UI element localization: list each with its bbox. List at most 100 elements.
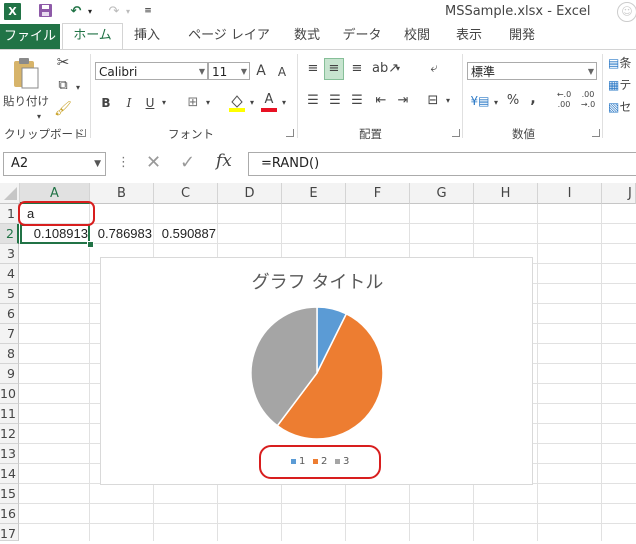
align-center-icon[interactable]: ☰: [326, 92, 344, 110]
align-middle-icon[interactable]: ≡: [324, 58, 344, 80]
fill-handle[interactable]: [87, 241, 94, 248]
row-header[interactable]: 15: [0, 484, 19, 504]
underline-button[interactable]: U: [143, 94, 157, 112]
font-name-select[interactable]: Calibri ▼: [95, 62, 208, 80]
select-all-corner[interactable]: [0, 183, 20, 204]
scissors-icon[interactable]: ✂: [54, 53, 72, 71]
border-dropdown-icon[interactable]: ▾: [204, 94, 212, 112]
align-top-icon[interactable]: ≡: [304, 60, 322, 78]
number-launcher-icon[interactable]: [592, 129, 600, 137]
paste-dropdown-icon[interactable]: ▾: [34, 108, 44, 126]
paintbrush-icon[interactable]: 🖌: [54, 100, 72, 118]
tab-file[interactable]: ファイル: [0, 24, 60, 49]
grow-font-button[interactable]: A: [253, 62, 269, 80]
column-header-c[interactable]: C: [154, 183, 218, 204]
pie-chart[interactable]: グラフ タイトル 1 2 3: [100, 257, 533, 485]
tab-developer[interactable]: 開発: [503, 24, 541, 48]
tab-view[interactable]: 表示: [450, 24, 488, 48]
orientation-dropdown-icon[interactable]: ▾: [394, 60, 402, 78]
format-as-table-button[interactable]: ▦テ: [608, 76, 636, 94]
row-header[interactable]: 1: [0, 204, 19, 224]
smiley-feedback-icon[interactable]: ☺: [617, 2, 636, 22]
row-header[interactable]: 16: [0, 504, 19, 524]
tab-formulas[interactable]: 数式: [288, 24, 326, 48]
x-icon[interactable]: ✕: [146, 152, 161, 173]
percent-button[interactable]: %: [505, 92, 521, 110]
row-header[interactable]: 10: [0, 384, 19, 404]
wrap-text-icon[interactable]: ⤶: [424, 60, 444, 78]
align-left-icon[interactable]: ☰: [304, 92, 322, 110]
align-bottom-icon[interactable]: ≡: [348, 60, 366, 78]
tab-home[interactable]: ホーム: [62, 23, 123, 50]
tab-insert[interactable]: 挿入: [128, 24, 166, 48]
row-header[interactable]: 5: [0, 284, 19, 304]
italic-button[interactable]: I: [122, 94, 136, 112]
increase-indent-icon[interactable]: ⇥: [394, 92, 412, 110]
row-header[interactable]: 12: [0, 424, 19, 444]
column-header-j[interactable]: J: [602, 183, 636, 204]
font-launcher-icon[interactable]: [286, 129, 294, 137]
shrink-font-button[interactable]: A: [275, 63, 289, 81]
clipboard-paste-icon[interactable]: [8, 56, 42, 90]
comma-button[interactable]: ,: [528, 90, 538, 108]
customize-qat-icon[interactable]: ≡: [143, 3, 153, 20]
tab-review[interactable]: 校閲: [398, 24, 436, 48]
currency-dropdown-icon[interactable]: ▾: [492, 94, 500, 112]
column-header-h[interactable]: H: [474, 183, 538, 204]
insert-function-button[interactable]: fx: [216, 151, 232, 171]
conditional-format-button[interactable]: ▤条: [608, 54, 636, 72]
currency-icon[interactable]: ¥▤: [470, 92, 490, 110]
decrease-indent-icon[interactable]: ⇤: [372, 92, 390, 110]
cell-styles-button[interactable]: ▧セ: [608, 98, 636, 116]
underline-dropdown-icon[interactable]: ▾: [160, 94, 168, 112]
save-icon[interactable]: [38, 3, 53, 20]
formula-bar-resize-icon[interactable]: ⋮: [117, 155, 130, 170]
undo-icon[interactable]: ↶: [68, 3, 84, 20]
number-format-select[interactable]: 標準 ▼: [467, 62, 597, 80]
merge-center-icon[interactable]: ⊟: [424, 92, 442, 110]
copy-dropdown-icon[interactable]: ▾: [74, 79, 82, 97]
column-header-i[interactable]: I: [538, 183, 602, 204]
tab-data[interactable]: データ: [340, 24, 384, 48]
border-icon[interactable]: ⊞: [185, 94, 201, 112]
checkmark-icon[interactable]: ✓: [180, 152, 195, 173]
row-header[interactable]: 17: [0, 524, 19, 541]
column-header-e[interactable]: E: [282, 183, 346, 204]
cell-c2[interactable]: 0.590887: [154, 224, 216, 244]
column-header-f[interactable]: F: [346, 183, 410, 204]
row-header[interactable]: 8: [0, 344, 19, 364]
name-box[interactable]: A2 ▼: [3, 152, 106, 176]
row-header[interactable]: 14: [0, 464, 19, 484]
row-header[interactable]: 3: [0, 244, 19, 264]
row-header[interactable]: 9: [0, 364, 19, 384]
formula-input[interactable]: =RAND(): [248, 152, 636, 176]
font-size-select[interactable]: 11 ▼: [208, 62, 250, 80]
clipboard-launcher-icon[interactable]: [78, 129, 86, 137]
tab-page-layout[interactable]: ページ レイアウト: [182, 24, 276, 67]
increase-decimal-button[interactable]: ←.0 .00: [554, 90, 574, 110]
row-header[interactable]: 13: [0, 444, 19, 464]
redo-icon[interactable]: ↷: [106, 3, 122, 20]
row-header[interactable]: 11: [0, 404, 19, 424]
decrease-decimal-button[interactable]: .00 →.0: [578, 90, 598, 110]
fill-color-dropdown-icon[interactable]: ▾: [248, 94, 256, 112]
cell-b2[interactable]: 0.786983: [90, 224, 152, 244]
row-header[interactable]: 2: [0, 224, 19, 244]
align-right-icon[interactable]: ☰: [348, 92, 366, 110]
orientation-icon[interactable]: ab↗: [372, 60, 399, 78]
merge-dropdown-icon[interactable]: ▾: [444, 92, 452, 110]
column-header-b[interactable]: B: [90, 183, 154, 204]
undo-dropdown-icon[interactable]: ▾: [86, 3, 94, 20]
column-header-g[interactable]: G: [410, 183, 474, 204]
font-color-dropdown-icon[interactable]: ▾: [280, 94, 288, 112]
redo-dropdown-icon[interactable]: ▾: [124, 3, 132, 20]
bold-button[interactable]: B: [99, 94, 113, 112]
alignment-launcher-icon[interactable]: [452, 129, 460, 137]
font-color-button[interactable]: A: [261, 92, 277, 112]
row-header[interactable]: 4: [0, 264, 19, 284]
column-header-d[interactable]: D: [218, 183, 282, 204]
row-header[interactable]: 7: [0, 324, 19, 344]
fill-color-icon[interactable]: [228, 92, 246, 112]
row-header[interactable]: 6: [0, 304, 19, 324]
copy-icon[interactable]: ⧉: [54, 77, 72, 95]
